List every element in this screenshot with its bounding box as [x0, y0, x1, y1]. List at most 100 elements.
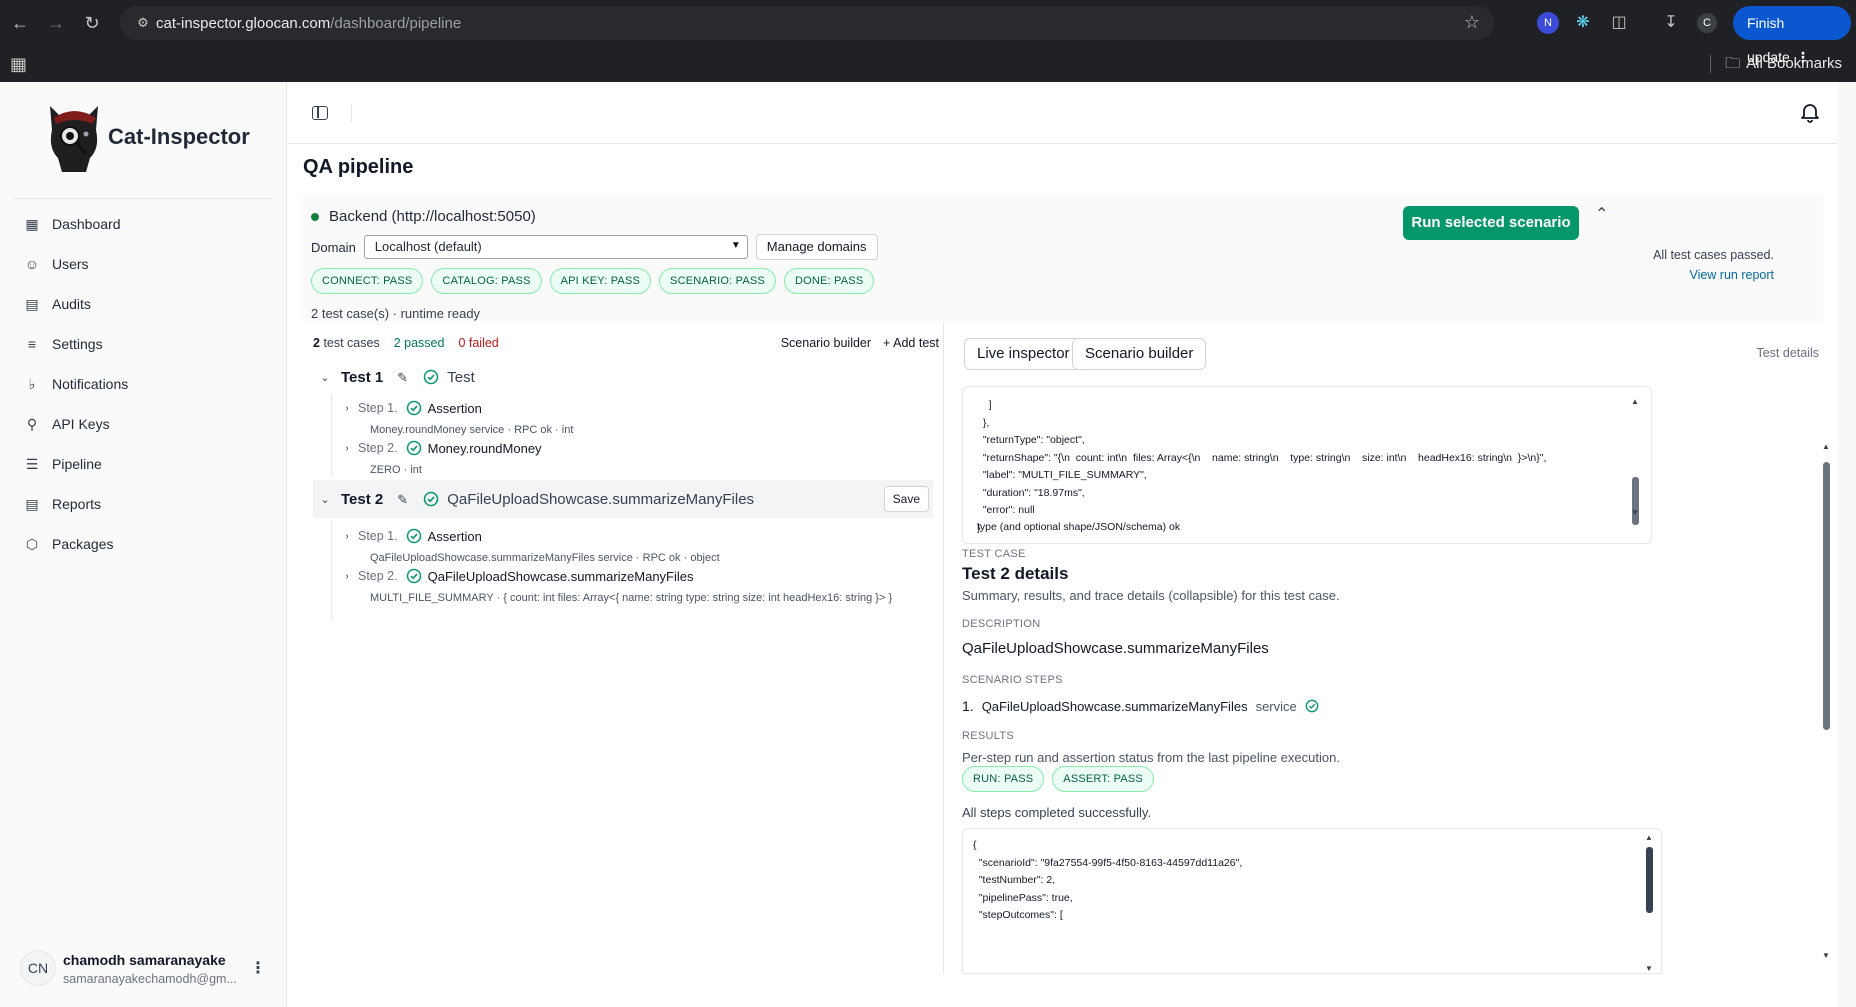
test-1-steps: › Step 1. Assertion Money.roundMoney ser… [331, 394, 931, 476]
back-icon[interactable]: ← [8, 11, 32, 35]
scrollbar-thumb[interactable] [1823, 462, 1830, 730]
sidebar-toggle-icon[interactable] [312, 106, 328, 120]
chevron-down-icon[interactable]: ⌄ [313, 371, 337, 384]
check-circle-icon [406, 528, 421, 544]
sidebar-item-dashboard[interactable]: ▦ Dashboard [14, 204, 272, 244]
collapse-chevron-up-icon[interactable]: ⌃ [1595, 204, 1608, 224]
scroll-down-arrow-icon[interactable]: ▼ [1645, 964, 1653, 973]
test-label: QaFileUploadShowcase.summarizeManyFiles [447, 490, 755, 508]
code-scrollbar[interactable]: ▲ ▼ [1631, 397, 1639, 531]
scroll-up-arrow-icon[interactable]: ▲ [1631, 397, 1639, 406]
test-row-2[interactable]: ⌄ Test 2 ✎ QaFileUploadShowcase.summariz… [313, 480, 933, 518]
user-menu-icon[interactable]: ⋮ [250, 958, 266, 978]
description-section-label: DESCRIPTION [962, 618, 1041, 630]
tab-scenario-builder[interactable]: Scenario builder [1072, 338, 1207, 370]
runtime-status: 2 test case(s) · runtime ready [311, 306, 481, 321]
test-case-section-label: TEST CASE [962, 548, 1026, 560]
sidebar-nav: ▦ Dashboard ☺ Users ▤ Audits ≡ Settings ♭ Not… [14, 204, 272, 564]
audits-icon: ▤ [25, 296, 39, 312]
reports-icon: ▤ [25, 496, 39, 512]
edit-pencil-icon[interactable]: ✎ [397, 370, 411, 385]
site-info-icon[interactable]: ⚙ [134, 14, 152, 32]
scenario-step-number: 1. [962, 698, 974, 714]
run-selected-scenario-button[interactable]: Run selected scenario [1403, 206, 1579, 240]
view-run-report-link[interactable]: View run report [1689, 268, 1774, 282]
apps-grid-icon[interactable]: ▦ [10, 54, 27, 75]
passed-count: 2 passed [393, 336, 445, 350]
brand-logo[interactable]: Cat-Inspector [46, 100, 286, 176]
scenario-builder-link[interactable]: Scenario builder [781, 336, 871, 350]
all-bookmarks[interactable]: 🗀 All Bookmarks [1710, 53, 1842, 78]
json-scrollbar[interactable]: ▲ ▼ [1645, 833, 1653, 973]
sidebar-item-audits[interactable]: ▤ Audits [14, 284, 272, 324]
reload-icon[interactable]: ↻ [80, 11, 104, 35]
chevron-right-icon[interactable]: › [340, 443, 354, 454]
chevron-down-icon[interactable]: ⌄ [313, 493, 337, 506]
scenario-steps-section-label: SCENARIO STEPS [962, 674, 1063, 686]
sidebar-item-settings[interactable]: ≡ Settings [14, 324, 272, 364]
results-section-label: RESULTS [962, 730, 1015, 742]
details-subtitle: Summary, results, and trace details (col… [962, 588, 1340, 603]
check-circle-icon [406, 400, 421, 416]
finish-update-button[interactable]: Finish update ⋮ [1733, 6, 1851, 65]
status-badge-assert: ASSERT: PASS [1052, 766, 1154, 792]
sidebar-item-packages[interactable]: ⬡ Packages [14, 524, 272, 564]
test-row-1[interactable]: ⌄ Test 1 ✎ Test [313, 358, 933, 396]
settings-icon: ≡ [27, 336, 37, 352]
forward-icon[interactable]: → [44, 11, 68, 35]
test-count-label: test cases [323, 336, 380, 350]
user-profile[interactable]: CN chamodh samaranayake samaranayakecham… [20, 944, 280, 994]
scroll-down-arrow-icon[interactable]: ▼ [1822, 951, 1830, 960]
scrollbar-thumb[interactable] [1646, 847, 1653, 913]
manage-domains-button[interactable]: Manage domains [755, 234, 878, 260]
main-content: QA pipeline Backend (http://localhost:50… [288, 82, 1856, 1007]
step-row[interactable]: › Step 2. QaFileUploadShowcase.summarize… [340, 568, 693, 584]
folder-icon: 🗀 [1725, 55, 1741, 72]
brand-suffix: Inspector [150, 124, 250, 149]
download-icon[interactable]: ↧ [1660, 12, 1682, 34]
step-number: Step 1. [358, 401, 398, 415]
scroll-down-arrow-icon[interactable]: ▼ [1631, 508, 1639, 517]
extension-n-icon[interactable]: N [1537, 12, 1559, 34]
scroll-up-arrow-icon[interactable]: ▲ [1645, 833, 1653, 842]
step-row[interactable]: › Step 1. Assertion [340, 528, 482, 544]
react-devtools-icon[interactable]: ❋ [1572, 12, 1594, 34]
bookmark-star-icon[interactable]: ☆ [1464, 12, 1480, 33]
chevron-right-icon[interactable]: › [340, 571, 354, 582]
step-row[interactable]: › Step 2. Money.roundMoney [340, 440, 541, 456]
add-test-button[interactable]: + Add test [883, 336, 939, 350]
scroll-up-arrow-icon[interactable]: ▲ [1822, 442, 1830, 451]
bookmarks-separator [1710, 55, 1712, 74]
sidebar-item-users[interactable]: ☺ Users [14, 244, 272, 284]
address-bar[interactable]: ⚙ cat-inspector.gloocan.com/dashboard/pi… [120, 6, 1494, 40]
profile-avatar[interactable]: C [1697, 13, 1717, 33]
chevron-right-icon[interactable]: › [340, 531, 354, 542]
step-row[interactable]: › Step 1. Assertion [340, 400, 482, 416]
result-json-viewer[interactable]: { "scenarioId": "9fa27554-99f5-4f50-8163… [962, 828, 1662, 974]
trace-code-viewer[interactable]: ] }, "returnType": "object", "returnShap… [962, 386, 1652, 544]
details-title: Test 2 details [962, 564, 1069, 583]
bell-icon: ♭ [28, 376, 36, 392]
notifications-bell-icon[interactable] [1798, 100, 1822, 124]
chevron-right-icon[interactable]: › [340, 403, 354, 414]
test-cases-panel: 2 test cases 2 passed 0 failed Scenario bu… [303, 322, 943, 974]
sidebar-item-notifications[interactable]: ♭ Notifications [14, 364, 272, 404]
domain-select[interactable]: Localhost (default) ▼ [363, 235, 748, 259]
sidebar-item-label: Settings [52, 336, 103, 352]
top-bar [288, 82, 1838, 144]
test-details-link[interactable]: Test details [1756, 346, 1819, 360]
tab-live-inspector[interactable]: Live inspector [964, 338, 1083, 370]
scrollbar-thumb[interactable] [1632, 477, 1639, 525]
sidebar-item-api-keys[interactable]: ⚲ API Keys [14, 404, 272, 444]
scenario-step-item: 1. QaFileUploadShowcase.summarizeManyFil… [962, 698, 1319, 714]
step-subtitle: Money.roundMoney service · RPC ok · int [370, 424, 574, 436]
edit-pencil-icon[interactable]: ✎ [397, 492, 411, 507]
page-scrollbar[interactable] [1838, 82, 1856, 1007]
sidebar-item-reports[interactable]: ▤ Reports [14, 484, 272, 524]
save-button[interactable]: Save [883, 486, 929, 512]
url-text[interactable]: cat-inspector.gloocan.com/dashboard/pipe… [156, 15, 461, 32]
inspector-scrollbar[interactable]: ▲ ▼ [1821, 440, 1831, 960]
extensions-puzzle-icon[interactable]: ◫ [1608, 12, 1630, 34]
dashboard-icon: ▦ [25, 216, 39, 232]
sidebar-item-pipeline[interactable]: ☰ Pipeline [14, 444, 272, 484]
